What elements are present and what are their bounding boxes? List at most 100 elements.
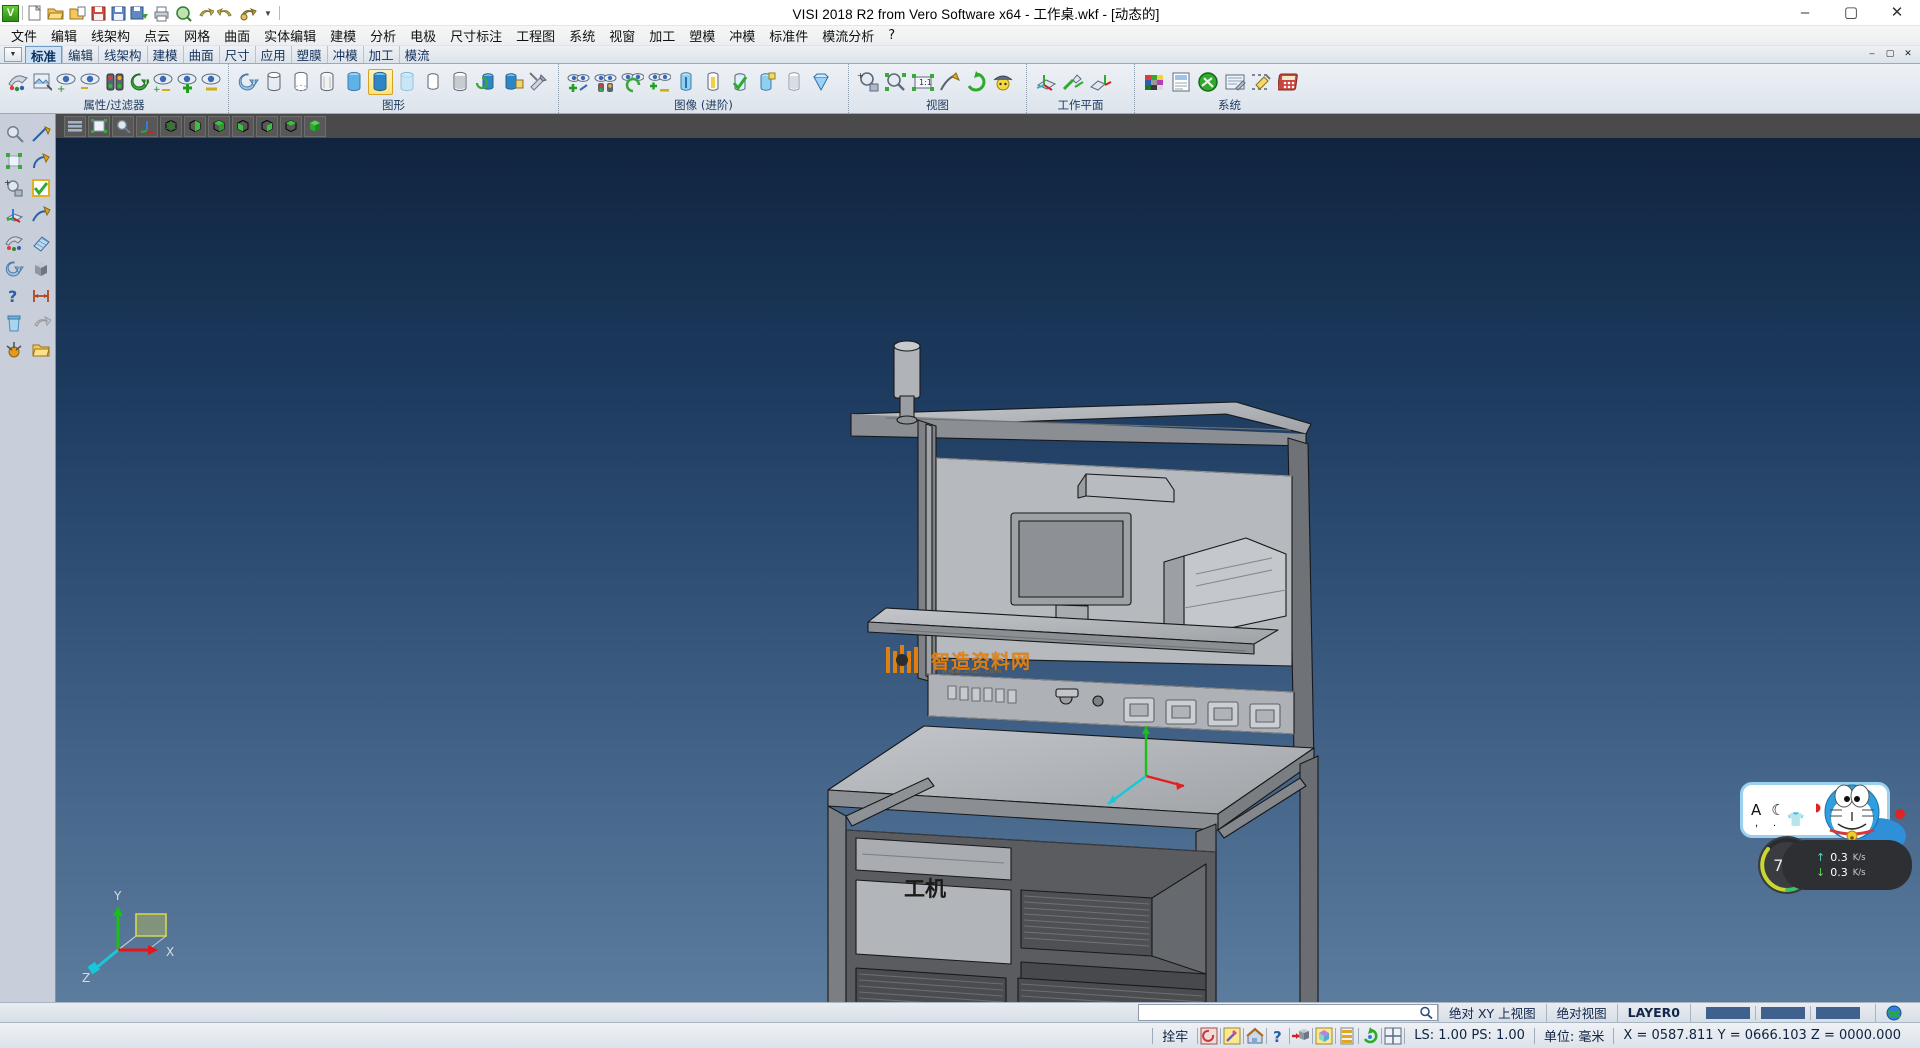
cylinder-check-icon[interactable] [727,69,753,95]
list-view-icon[interactable] [64,116,86,137]
menu-item-press-die[interactable]: 冲模 [722,25,762,46]
tab-mold[interactable]: 塑膜 [291,46,327,63]
rotate-green-icon[interactable] [1359,1025,1381,1047]
open-copy-icon[interactable] [68,5,87,22]
workplane-edit-icon[interactable] [1060,69,1086,95]
zoom-in-icon[interactable]: + [855,69,881,95]
search-input[interactable] [1138,1004,1438,1021]
save-as-icon[interactable] [110,5,127,22]
tab-dimension[interactable]: 尺寸 [219,46,255,63]
menu-item-wireframe[interactable]: 线架构 [84,25,137,46]
color-palette-icon[interactable] [1,229,26,254]
iso-view-4-icon[interactable] [232,116,254,137]
menu-item-mesh[interactable]: 网格 [177,25,217,46]
menu-item-surface[interactable]: 曲面 [217,25,257,46]
iso-view-3-icon[interactable] [208,116,230,137]
tab-machining[interactable]: 加工 [363,46,399,63]
menu-item-modeling[interactable]: 建模 [323,25,363,46]
undo-arrow-icon[interactable] [28,310,53,335]
undo-icon[interactable] [196,5,214,22]
menu-item-mold[interactable]: 塑模 [682,25,722,46]
select-check-icon[interactable] [28,175,53,200]
eye-plus-icon[interactable] [175,69,198,95]
menu-item-dimension[interactable]: 尺寸标注 [443,25,509,46]
solid-cube-icon[interactable] [28,256,53,281]
traffic-light-icon[interactable] [102,69,125,95]
zoom-fit-icon[interactable]: 1:1 [909,69,935,95]
solid-transform-icon[interactable] [1290,1025,1312,1047]
zoom-window-icon[interactable] [882,69,908,95]
tab-wireframe[interactable]: 线架构 [98,46,147,63]
print-preview-icon[interactable] [174,5,193,22]
tools-wheel-icon[interactable] [1,337,26,362]
cube-purple-icon[interactable] [1313,1025,1335,1047]
advanced-eyes-refresh-icon[interactable] [619,69,645,95]
eye-plusminus-icon[interactable]: + [151,69,174,95]
tab-modeling[interactable]: 建模 [147,46,183,63]
open-folder-icon[interactable] [28,337,53,362]
shade-edit-icon[interactable] [500,69,526,95]
3d-viewport[interactable]: 工机 智造资料网 www.znzl.com [56,138,1920,1008]
close-button[interactable]: ✕ [1874,0,1920,26]
menu-item-analysis[interactable]: 分析 [363,25,403,46]
redo-icon[interactable] [217,5,235,22]
maximize-button[interactable]: ▢ [1828,0,1874,26]
snap-label[interactable]: 拴牢 [1153,1024,1197,1048]
minimize-button[interactable]: – [1782,0,1828,26]
customize-icon[interactable] [1222,69,1248,95]
fit-screen-icon[interactable] [88,116,110,137]
home-icon[interactable] [1244,1025,1266,1047]
layer-label[interactable]: LAYER0 [1617,1004,1690,1022]
doc-minimize-button[interactable]: – [1864,46,1880,60]
shade-hidden-icon[interactable] [288,69,314,95]
cylinder-yellow-icon[interactable] [700,69,726,95]
tab-moldflow[interactable]: 模流 [399,46,435,63]
delete-trash-icon[interactable] [1,310,26,335]
doc-restore-button[interactable]: ▢ [1882,46,1898,60]
status-chip-1[interactable] [1706,1007,1750,1019]
menu-item-help[interactable]: ? [881,27,902,44]
zoom-glass-icon[interactable] [1,121,26,146]
menu-item-file[interactable]: 文件 [4,25,44,46]
cylinder-note-icon[interactable] [754,69,780,95]
tab-standard[interactable]: 标准 [25,46,62,63]
iso-view-6-icon[interactable] [280,116,302,137]
shade-refresh-icon[interactable] [474,69,500,95]
grid-split-icon[interactable] [1382,1025,1404,1047]
view-mode-label[interactable]: 绝对 XY 上视图 [1438,1004,1546,1022]
undo-history-icon[interactable] [238,5,257,22]
iso-view-5-icon[interactable] [256,116,278,137]
eye-remove-icon[interactable] [78,69,101,95]
menu-item-window[interactable]: 视窗 [602,25,642,46]
shade-flat-icon[interactable] [421,69,447,95]
settings-page-icon[interactable] [1168,69,1194,95]
tools-globe-icon[interactable] [1195,69,1221,95]
measure-distance-icon[interactable] [28,283,53,308]
draw-arc-icon[interactable] [28,148,53,173]
zoom-plus-icon[interactable]: + [1,175,26,200]
refresh-green-icon[interactable] [127,69,150,95]
shade-mesh-icon[interactable] [447,69,473,95]
print-icon[interactable] [152,5,171,22]
open-file-icon[interactable] [46,5,65,22]
menu-item-moldflow[interactable]: 模流分析 [815,25,881,46]
layer-properties-icon[interactable] [30,69,53,95]
shade-transparent-icon[interactable] [394,69,420,95]
menu-item-drawing[interactable]: 工程图 [509,25,562,46]
redraw-icon[interactable] [235,69,261,95]
advanced-eyes-add-icon[interactable] [565,69,591,95]
draw-curve-icon[interactable] [28,202,53,227]
save-all-icon[interactable] [130,5,149,22]
help-question-icon[interactable]: ? [1,283,26,308]
doc-close-button[interactable]: ✕ [1900,46,1916,60]
cylinder-blue-icon[interactable] [673,69,699,95]
menu-item-pointcloud[interactable]: 点云 [137,25,177,46]
menu-item-system[interactable]: 系统 [562,25,602,46]
help-question-icon[interactable]: ? [1267,1025,1289,1047]
doraemon-desktop-widget[interactable]: A ☾ , . 👕 [1724,778,1914,896]
color-palette-icon[interactable] [1141,69,1167,95]
pan-arrow-icon[interactable] [936,69,962,95]
redraw-icon[interactable] [1,256,26,281]
draw-line-icon[interactable] [28,121,53,146]
iso-view-2-icon[interactable] [184,116,206,137]
